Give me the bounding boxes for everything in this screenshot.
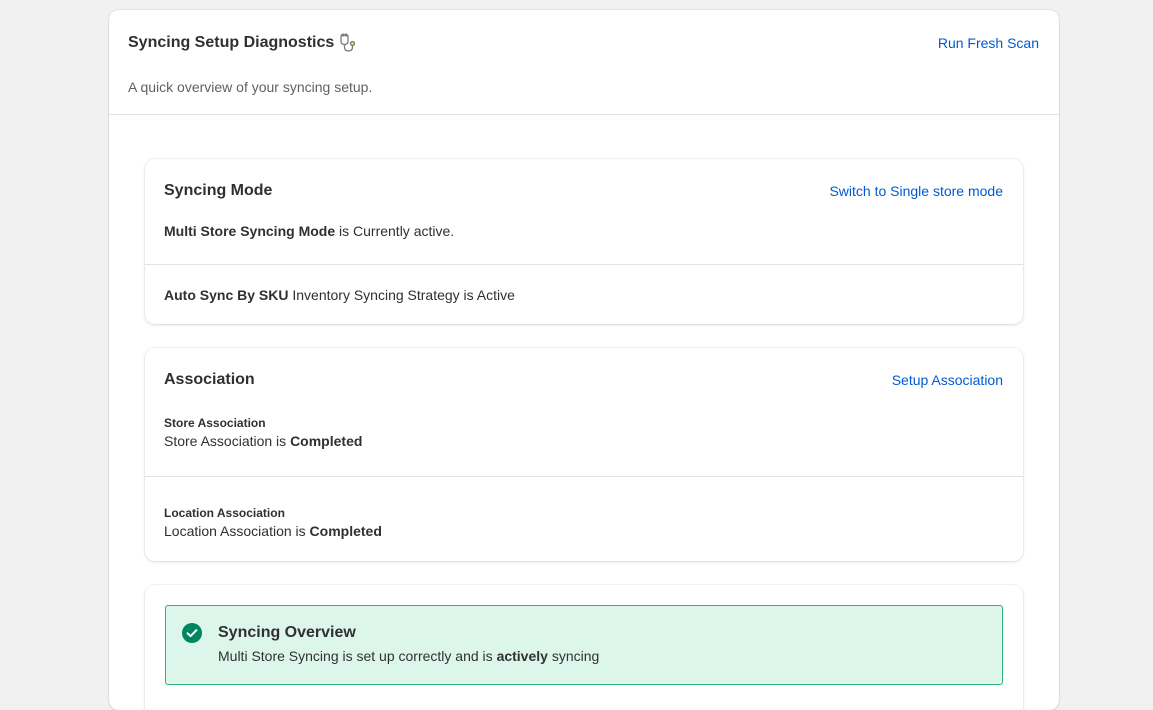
location-association-prefix: Location Association is [164, 523, 310, 539]
page-title: Syncing Setup Diagnostics [128, 34, 335, 51]
syncing-mode-head: Syncing Mode Switch to Single store mode [164, 182, 1003, 200]
syncing-mode-card: Syncing Mode Switch to Single store mode… [145, 159, 1023, 324]
strategy-suffix: Inventory Syncing Strategy is Active [288, 287, 515, 303]
diagnostics-header: Syncing Setup Diagnostics Run Fresh Scan… [109, 10, 1059, 115]
syncing-mode-title: Syncing Mode [164, 182, 273, 199]
mode-suffix: is Currently active. [335, 223, 455, 239]
strategy-name: Auto Sync By SKU [164, 287, 289, 303]
mode-status-text: Multi Store Syncing Mode is Currently ac… [164, 223, 1003, 239]
store-association-heading: Store Association [164, 416, 266, 430]
association-title: Association [164, 371, 255, 388]
switch-mode-link[interactable]: Switch to Single store mode [829, 183, 1003, 199]
mode-name: Multi Store Syncing Mode [164, 223, 336, 239]
location-association-value: Completed [309, 523, 382, 539]
location-association-section: Location Association Location Associatio… [145, 476, 1023, 561]
store-association-status: Store Association is Completed [164, 433, 1003, 449]
strategy-status-text: Auto Sync By SKU Inventory Syncing Strat… [164, 287, 1003, 303]
setup-association-link[interactable]: Setup Association [892, 372, 1003, 388]
overview-text-prefix: Multi Store Syncing is set up correctly … [218, 648, 497, 664]
store-association-section: Association Setup Association Store Asso… [145, 348, 1023, 476]
title-row: Syncing Setup Diagnostics Run Fresh Scan [128, 32, 1039, 54]
association-card: Association Setup Association Store Asso… [145, 348, 1023, 561]
location-association-heading: Location Association [164, 506, 285, 520]
overview-title: Syncing Overview [218, 624, 356, 641]
overview-text: Multi Store Syncing is set up correctly … [218, 648, 986, 664]
location-association-status: Location Association is Completed [164, 523, 1003, 539]
check-circle-icon [182, 623, 202, 643]
overview-card: Syncing Overview Multi Store Syncing is … [145, 585, 1023, 710]
overview-text-emphasis: actively [496, 648, 548, 664]
stethoscope-icon [338, 32, 360, 54]
syncing-mode-section: Syncing Mode Switch to Single store mode… [145, 159, 1023, 264]
store-association-prefix: Store Association is [164, 433, 291, 449]
success-banner: Syncing Overview Multi Store Syncing is … [165, 605, 1003, 685]
association-head: Association Setup Association [164, 371, 1003, 389]
store-association-value: Completed [290, 433, 363, 449]
diagnostics-card: Syncing Setup Diagnostics Run Fresh Scan… [109, 10, 1059, 710]
page-title-wrap: Syncing Setup Diagnostics [128, 32, 360, 54]
strategy-section: Auto Sync By SKU Inventory Syncing Strat… [145, 264, 1023, 324]
page-subtitle: A quick overview of your syncing setup. [128, 79, 373, 95]
run-fresh-scan-link[interactable]: Run Fresh Scan [938, 35, 1039, 51]
overview-text-suffix: syncing [547, 648, 600, 664]
